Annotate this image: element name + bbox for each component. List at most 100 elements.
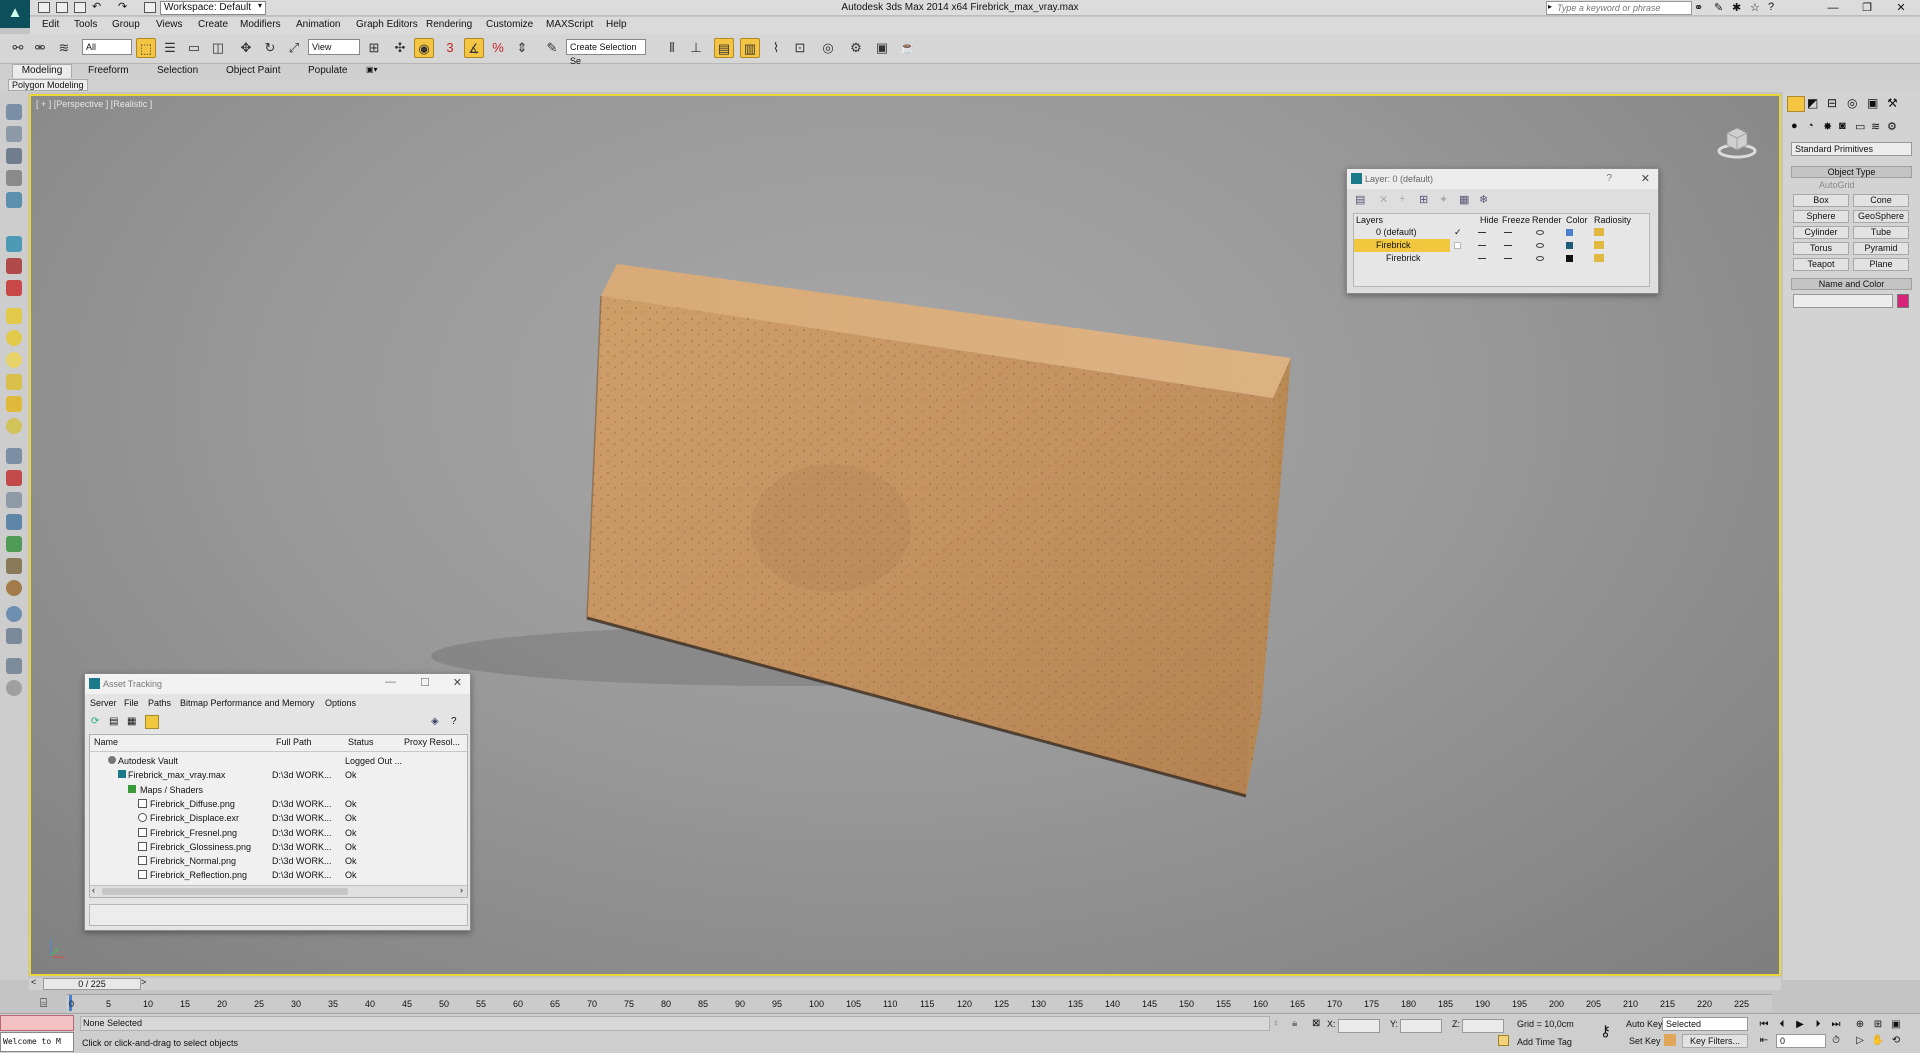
dialog-close-button[interactable]: ✕ <box>1641 172 1650 185</box>
object-color-swatch[interactable] <box>1566 255 1573 262</box>
new-layer-icon[interactable]: ▤ <box>1355 193 1365 206</box>
tab-object-paint[interactable]: Object Paint <box>226 65 280 76</box>
dialog-close-button[interactable]: ✕ <box>453 676 462 689</box>
asset-path-field[interactable] <box>89 904 468 926</box>
time-slider[interactable]: < 0 / 225 > <box>29 977 1781 990</box>
key-mode-toggle-icon[interactable]: ⇤ <box>1756 1034 1772 1048</box>
tube-button[interactable]: Tube <box>1853 226 1909 239</box>
project-folder-icon[interactable] <box>144 2 156 13</box>
radiosity-icon[interactable] <box>1594 228 1604 236</box>
menu-graph-editors[interactable]: Graph Editors <box>356 19 418 30</box>
space-warps-icon[interactable]: ≋ <box>1871 120 1880 133</box>
select-by-name-icon[interactable]: ☰ <box>160 38 180 58</box>
table-row[interactable]: Firebrick_Glossiness.png D:\3d WORK... O… <box>90 840 467 854</box>
z-coordinate-field[interactable] <box>1462 1019 1504 1033</box>
menu-help[interactable]: Help <box>606 19 627 30</box>
array-icon[interactable] <box>6 492 22 508</box>
align-icon[interactable]: ⊥ <box>686 38 706 58</box>
plant-icon[interactable] <box>6 536 22 552</box>
time-slider-thumb[interactable]: 0 / 225 <box>43 978 141 990</box>
select-object-icon[interactable]: ⬚ <box>136 38 156 58</box>
systems-icon[interactable]: ⚙ <box>1887 120 1897 133</box>
motion-tab-icon[interactable]: ◎ <box>1847 96 1857 110</box>
create-tab-icon[interactable] <box>1787 96 1805 112</box>
display-tab-icon[interactable]: ▣ <box>1867 96 1878 110</box>
key-filters-button[interactable]: Key Filters... <box>1682 1034 1748 1048</box>
utilities-tab-icon[interactable]: ⚒ <box>1887 96 1898 110</box>
minimize-button[interactable]: — <box>385 676 396 688</box>
favorites-icon[interactable]: ☆ <box>1750 1 1760 14</box>
table-row[interactable]: Autodesk Vault Logged Out ... <box>90 754 467 768</box>
close-button[interactable]: ✕ <box>1886 0 1916 16</box>
lock-selection-icon[interactable]: 🔒︎ <box>1292 1018 1297 1029</box>
snap-toggle-icon[interactable]: 3 <box>440 38 460 58</box>
help-icon[interactable]: ? <box>1606 173 1612 184</box>
hide-all-icon[interactable]: ▦ <box>1459 193 1469 206</box>
layer-color-swatch[interactable] <box>1566 229 1573 236</box>
question-icon[interactable] <box>6 680 22 696</box>
layer-name[interactable]: 0 (default) <box>1354 226 1450 239</box>
col-hide[interactable]: Hide <box>1480 214 1499 226</box>
maxscript-listener-top[interactable] <box>0 1015 74 1031</box>
rotate-icon[interactable]: ↻ <box>260 38 280 58</box>
menu-paths[interactable]: Paths <box>148 698 171 708</box>
menu-animation[interactable]: Animation <box>296 19 340 30</box>
table-row[interactable]: Maps / Shaders <box>90 783 467 797</box>
hide-toggle[interactable] <box>1478 258 1486 259</box>
lights-icon[interactable]: ✸ <box>1823 120 1832 133</box>
object-name-field[interactable] <box>1793 294 1893 308</box>
set-key-button[interactable]: Set Key <box>1629 1036 1661 1046</box>
col-proxy-resolution[interactable]: Proxy Resol... <box>404 735 460 749</box>
zoom-all-icon[interactable]: ⊞ <box>1870 1018 1886 1032</box>
redo-icon[interactable]: ↷ <box>118 0 127 13</box>
layer-name[interactable]: Firebrick <box>1354 239 1450 252</box>
table-row[interactable]: Firebrick_Displace.exr D:\3d WORK... Ok <box>90 811 467 825</box>
menu-file[interactable]: File <box>124 698 139 708</box>
vray-icon[interactable] <box>6 280 22 296</box>
select-objects-icon[interactable]: ⊞ <box>1419 193 1428 206</box>
render-sphere-icon[interactable] <box>6 606 22 622</box>
teapot-icon[interactable] <box>6 258 22 274</box>
workspace-dropdown[interactable]: Workspace: Default <box>160 1 266 15</box>
menu-maxscript[interactable]: MAXScript <box>546 19 593 30</box>
box-button[interactable]: Box <box>1793 194 1849 207</box>
menu-tools[interactable]: Tools <box>74 19 97 30</box>
table-row[interactable]: Firebrick_Fresnel.png D:\3d WORK... Ok <box>90 826 467 840</box>
current-layer-check[interactable] <box>1454 242 1461 249</box>
menu-bitmap-performance[interactable]: Bitmap Performance and Memory <box>180 698 315 708</box>
col-layers[interactable]: Layers <box>1356 214 1383 226</box>
asset-name[interactable]: Firebrick_Fresnel.png <box>90 826 268 840</box>
highlight-layer-icon[interactable]: ✦ <box>1439 193 1448 206</box>
window-crossing-icon[interactable]: ◫ <box>208 38 228 58</box>
mirror-icon[interactable]: ⫴ <box>662 38 682 58</box>
delete-layer-icon[interactable]: ✕ <box>1379 193 1388 206</box>
curve-editor-icon[interactable]: ⌇ <box>766 38 786 58</box>
table-row[interactable]: Firebrick_Diffuse.png D:\3d WORK... Ok <box>90 797 467 811</box>
percent-snap-icon[interactable]: % <box>488 38 508 58</box>
menu-server[interactable]: Server <box>90 698 117 708</box>
render-teapot-icon[interactable] <box>1536 243 1544 248</box>
freeze-toggle[interactable] <box>1504 245 1512 246</box>
cylinder-button[interactable]: Cylinder <box>1793 226 1849 239</box>
viewcube-icon[interactable] <box>1717 121 1757 161</box>
hide-toggle[interactable] <box>1478 245 1486 246</box>
object-name[interactable]: Firebrick <box>1354 252 1450 265</box>
isolate-icon[interactable]: ♀ <box>1272 1018 1280 1029</box>
autogrid-checkbox[interactable]: AutoGrid <box>1819 180 1855 190</box>
x-coordinate-field[interactable] <box>1338 1019 1380 1033</box>
asset-name[interactable]: Firebrick_max_vray.max <box>90 768 268 782</box>
current-layer-check[interactable]: ✓ <box>1454 226 1462 239</box>
open-file-icon[interactable] <box>56 2 68 13</box>
col-name[interactable]: Name <box>94 735 118 749</box>
menu-options[interactable]: Options <box>325 698 356 708</box>
orbit-icon[interactable]: ⟲ <box>1888 1034 1904 1048</box>
shapes-icon[interactable]: ◔ <box>1807 120 1814 132</box>
helpers-icon[interactable]: ▭ <box>1855 120 1865 133</box>
move-icon[interactable]: ✥ <box>236 38 256 58</box>
modifier-icon[interactable] <box>6 470 22 486</box>
edit-named-selection-icon[interactable]: ✎ <box>542 38 562 58</box>
previous-frame-icon[interactable]: ⏴ <box>1774 1018 1790 1032</box>
vault-login-icon[interactable]: ◈ <box>431 716 439 727</box>
modify-tab-icon[interactable]: ◩ <box>1807 96 1818 110</box>
col-freeze[interactable]: Freeze <box>1502 214 1530 226</box>
